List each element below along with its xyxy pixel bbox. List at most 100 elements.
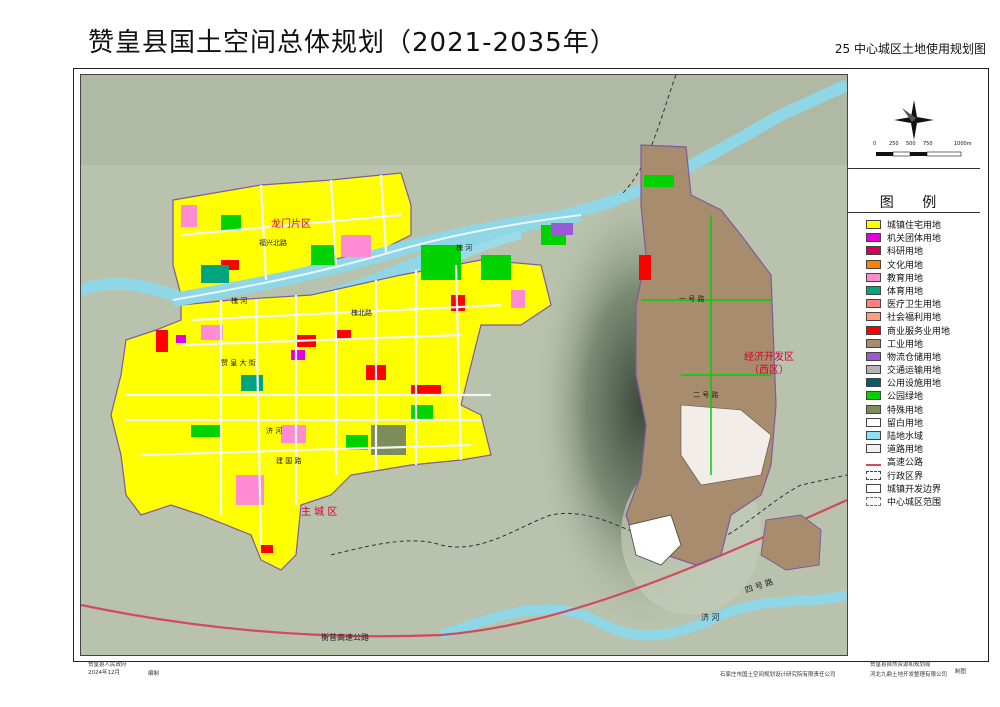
legend-label: 商业服务业用地 (887, 326, 951, 337)
footer-dept: 赞皇县自然资源和规划局 (870, 662, 931, 668)
legend-swatch (866, 220, 881, 229)
legend-swatch (866, 417, 881, 427)
legend-item: 城镇开发边界 (866, 483, 950, 497)
legend-swatch (866, 246, 881, 256)
legend-item: 机关团体用地 (866, 233, 950, 246)
huaihe-label-2: 槐 河 (231, 296, 247, 305)
legend-item: 工业用地 (866, 338, 950, 352)
legend-item: 商业服务业用地 (866, 325, 951, 339)
scale-tick-500: 500 (906, 141, 916, 147)
legend-swatch (866, 378, 881, 388)
legend-item: 体育用地 (866, 285, 950, 299)
legend-label: 医疗卫生用地 (887, 300, 942, 311)
legend-label: 道路用地 (887, 445, 924, 456)
legend-item: 陆地水域 (866, 431, 950, 444)
legend-swatch (866, 496, 881, 506)
legend-label: 工业用地 (887, 339, 924, 350)
legend-label: 社会福利用地 (887, 313, 942, 324)
legend-label: 交通运输用地 (887, 366, 942, 377)
econ-zone-label-2: （西区） (749, 364, 789, 376)
legend-item: 中心城区范围 (866, 496, 950, 510)
legend-divider (848, 212, 980, 213)
legend-swatch (866, 391, 881, 401)
legend-swatch (866, 299, 881, 309)
footer-drawn-by: 制图 (955, 669, 967, 675)
jianguo-label: 建 国 路 (276, 456, 301, 465)
legend-label: 科研用地 (887, 247, 924, 258)
terrain-north (81, 75, 847, 165)
legend-swatch (866, 460, 881, 467)
legend-swatch (866, 404, 881, 414)
legend-item: 道路用地 (866, 444, 950, 457)
scale-tick-750: 750 (923, 141, 933, 147)
legend-label: 留白用地 (887, 418, 924, 429)
huaibei-label: 槐北路 (351, 308, 372, 317)
legend-item: 科研用地 (866, 246, 950, 259)
legend-item: 高速公路 (866, 457, 950, 470)
highway-label: 衡昔高速公路 (321, 632, 369, 642)
legend-label: 公用设施用地 (887, 379, 942, 390)
legend-item: 公园绿地 (866, 391, 950, 404)
legend-swatch (866, 365, 881, 375)
legend-swatch (866, 444, 881, 454)
sports-block-2 (241, 375, 263, 391)
legend-item: 交通运输用地 (866, 365, 950, 378)
legend-label: 体育用地 (887, 286, 924, 297)
legend-label: 机关团体用地 (887, 234, 942, 245)
legend-label: 行政区界 (887, 471, 924, 482)
road2-label: 二 号 路 (693, 390, 718, 399)
legend-swatch (866, 351, 881, 361)
footer-date: 2024年12月 (88, 670, 120, 676)
legend-swatch (866, 272, 881, 282)
legend-swatch (866, 431, 881, 440)
legend-label: 高速公路 (887, 458, 924, 469)
sports-block (201, 265, 229, 283)
scale-bar: 0 250 500 750 1000m (848, 141, 980, 162)
legend-item: 教育用地 (866, 272, 950, 286)
legend-swatch (866, 312, 881, 322)
legend-item: 留白用地 (866, 417, 950, 431)
econ-zone-label: 经济开发区 (744, 350, 794, 363)
legend-label: 中心城区范围 (887, 497, 942, 508)
legend-label: 陆地水域 (887, 432, 924, 442)
gov-block-2 (176, 335, 186, 343)
legend-label: 城镇开发边界 (887, 484, 942, 495)
side-panel: 0 250 500 750 1000m 图 例 城镇住宅用地 机关团体用地 科研用地… (848, 74, 980, 654)
footer-inst2: 河北九鼎土地开发整理有限公司 (870, 672, 948, 678)
legend-label: 公园绿地 (887, 392, 924, 403)
legend-item: 特殊用地 (866, 404, 950, 418)
legend-swatch (866, 259, 881, 269)
legend-swatch (866, 470, 881, 480)
map-canvas[interactable]: 龙门片区 主 城 区 经济开发区 （西区） 衡昔高速公路 四 号 路 一 号 路… (80, 74, 848, 656)
legend-title: 图 例 (879, 195, 949, 211)
legend-swatch (866, 325, 881, 335)
map-subtitle: 25 中心城区土地使用规划图 (834, 42, 986, 56)
legend-item: 行政区界 (866, 470, 950, 484)
logistics-block (551, 223, 573, 235)
footer-org: 赞皇县人民政府 (88, 662, 127, 668)
footer-left: 赞皇县人民政府 2024年12月 (88, 661, 127, 677)
main-city-label: 主 城 区 (301, 506, 337, 518)
legend-item: 公用设施用地 (866, 378, 950, 391)
huaihe-label: 槐 河 (456, 243, 472, 252)
fuxin-label: 福兴北路 (259, 238, 287, 247)
econ-park (644, 175, 674, 187)
legend-item: 文化用地 (866, 259, 950, 273)
legend-item: 物流仓储用地 (866, 351, 950, 365)
legend-label: 物流仓储用地 (887, 352, 942, 363)
longmen-label: 龙门片区 (271, 217, 311, 230)
footer-inst1: 石家庄市国土空间规划设计研究院有限责任公司 (720, 672, 836, 678)
legend-swatch (866, 233, 881, 243)
legend-label: 城镇住宅用地 (887, 221, 942, 231)
gov-block (291, 350, 305, 360)
legend-item: 城镇住宅用地 (866, 220, 950, 233)
land-use-map[interactable]: 龙门片区 主 城 区 经济开发区 （西区） 衡昔高速公路 四 号 路 一 号 路… (81, 75, 847, 655)
page-title: 赞皇县国土空间总体规划（2021-2035年） (88, 28, 617, 58)
scale-tick-0: 0 (873, 141, 877, 147)
econ-commercial (639, 255, 651, 280)
legend-item: 社会福利用地 (866, 312, 950, 325)
legend-label: 文化用地 (887, 260, 924, 271)
zanhuang-label: 赞 皇 大 街 (221, 358, 256, 367)
scale-bar-graphic (876, 151, 962, 157)
legend-label: 教育用地 (887, 273, 924, 284)
